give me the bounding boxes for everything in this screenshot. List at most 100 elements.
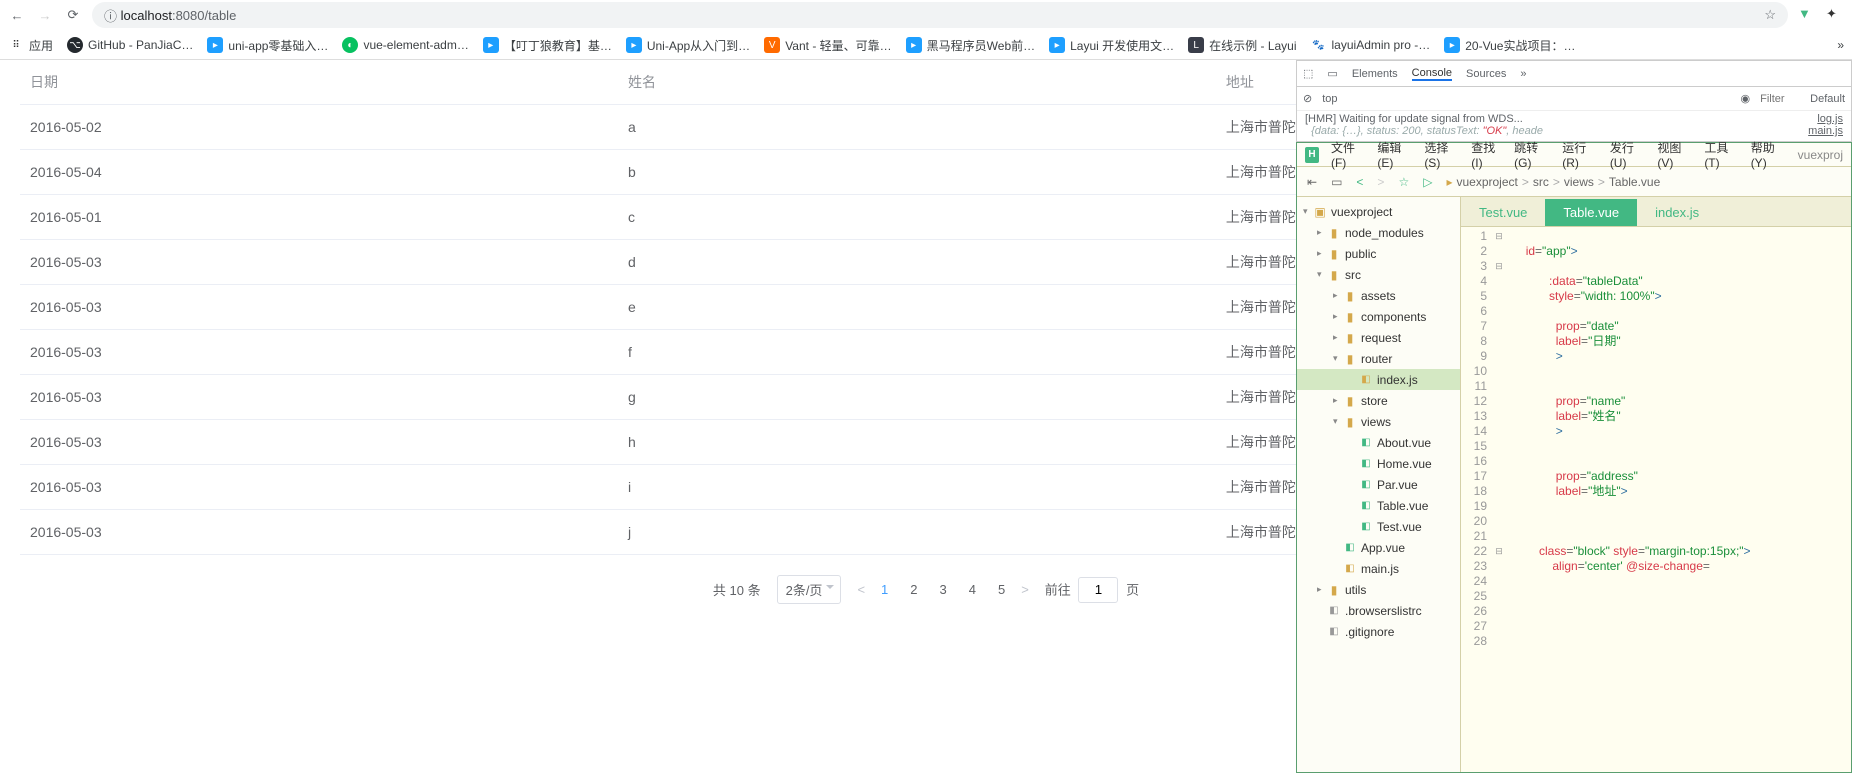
cell-name: d xyxy=(618,240,1216,285)
page-number[interactable]: 5 xyxy=(998,582,1005,597)
nav-back-icon[interactable]: < xyxy=(1356,175,1363,189)
run-icon[interactable]: ▷ xyxy=(1423,175,1432,189)
ide-menu-bar: H 文件(F) 编辑(E) 选择(S) 查找(I) 跳转(G) 运行(R) 发行… xyxy=(1297,143,1851,167)
tree-indexjs[interactable]: ◧index.js xyxy=(1297,369,1460,390)
menu-tools[interactable]: 工具(T) xyxy=(1704,139,1738,170)
bookmark-layuionline[interactable]: L在线示例 - Layui xyxy=(1188,37,1296,54)
forward-icon[interactable]: → xyxy=(36,6,54,24)
page-jump-input[interactable] xyxy=(1078,577,1118,603)
ide-window: H 文件(F) 编辑(E) 选择(S) 查找(I) 跳转(G) 运行(R) 发行… xyxy=(1296,142,1852,773)
page-size-select[interactable]: 2条/页 xyxy=(777,575,842,604)
cell-name: g xyxy=(618,375,1216,420)
tree-mainjs[interactable]: ◧main.js xyxy=(1297,558,1460,579)
prev-page-icon[interactable]: < xyxy=(857,582,865,597)
bookmark-overflow-icon[interactable]: » xyxy=(1837,38,1844,52)
eye-icon[interactable]: ◉ xyxy=(1741,92,1751,105)
menu-edit[interactable]: 编辑(E) xyxy=(1377,139,1412,170)
tree-store[interactable]: ▸▮store xyxy=(1297,390,1460,411)
bookmark-uniapp2[interactable]: ▸Uni-App从入门到… xyxy=(626,37,750,54)
tree-public[interactable]: ▸▮public xyxy=(1297,243,1460,264)
tree-app[interactable]: ◧App.vue xyxy=(1297,537,1460,558)
save-icon[interactable]: ▭ xyxy=(1331,175,1342,189)
reload-icon[interactable]: ⟳ xyxy=(64,6,82,24)
code-editor[interactable]: 1234567891011121314151617181920212223242… xyxy=(1461,227,1851,772)
tree-router[interactable]: ▾▮router xyxy=(1297,348,1460,369)
tab-index[interactable]: index.js xyxy=(1637,199,1717,226)
filter-input[interactable] xyxy=(1760,93,1800,105)
menu-file[interactable]: 文件(F) xyxy=(1331,139,1365,170)
bookmark-vue20[interactable]: ▸20-Vue实战项目：… xyxy=(1444,37,1575,54)
bookmark-layui[interactable]: ▸Layui 开发使用文… xyxy=(1049,37,1174,54)
url-port: :8080 xyxy=(172,8,205,23)
star-icon[interactable]: ☆ xyxy=(1398,175,1409,189)
page-number[interactable]: 1 xyxy=(881,582,888,597)
menu-run[interactable]: 运行(R) xyxy=(1562,139,1598,170)
vue-devtools-icon[interactable]: ▼ xyxy=(1798,6,1816,24)
cell-date: 2016-05-03 xyxy=(20,420,618,465)
extensions-icon[interactable]: ✦ xyxy=(1826,6,1844,24)
tree-node-modules[interactable]: ▸▮node_modules xyxy=(1297,222,1460,243)
device-icon[interactable]: ▭ xyxy=(1327,67,1337,80)
menu-publish[interactable]: 发行(U) xyxy=(1610,139,1646,170)
tab-table[interactable]: Table.vue xyxy=(1545,199,1637,226)
menu-find[interactable]: 查找(I) xyxy=(1471,139,1502,170)
tree-about[interactable]: ◧About.vue xyxy=(1297,432,1460,453)
editor-area: Test.vue Table.vue index.js 123456789101… xyxy=(1461,197,1851,772)
cell-name: c xyxy=(618,195,1216,240)
tree-home[interactable]: ◧Home.vue xyxy=(1297,453,1460,474)
bookmark-dingshu[interactable]: ▸【叮丁狼教育】基… xyxy=(483,37,612,54)
apps-button[interactable]: ⠿应用 xyxy=(8,37,53,54)
bookmark-github[interactable]: ⌥GitHub - PanJiaC… xyxy=(67,37,193,53)
page-number[interactable]: 2 xyxy=(910,582,917,597)
tree-components[interactable]: ▸▮components xyxy=(1297,306,1460,327)
tab-test[interactable]: Test.vue xyxy=(1461,199,1545,226)
tree-utils[interactable]: ▸▮utils xyxy=(1297,579,1460,600)
bookmark-vant[interactable]: VVant - 轻量、可靠… xyxy=(764,37,891,54)
url-bar[interactable]: ⓘ localhost:8080/table ☆ xyxy=(92,2,1788,28)
inspect-icon[interactable]: ⬚ xyxy=(1303,67,1313,80)
tree-table[interactable]: ◧Table.vue xyxy=(1297,495,1460,516)
info-icon: ⓘ xyxy=(104,6,117,25)
tree-gitignore[interactable]: ◧.gitignore xyxy=(1297,621,1460,642)
bookmark-vueadmin[interactable]: ◐vue-element-adm… xyxy=(342,37,468,53)
bookmark-layuiadmin[interactable]: 🐾layuiAdmin pro -… xyxy=(1311,37,1431,53)
default-levels[interactable]: Default xyxy=(1810,93,1845,105)
cell-date: 2016-05-03 xyxy=(20,285,618,330)
tabs-more-icon[interactable]: » xyxy=(1520,68,1526,80)
devtools-tabs: ⬚ ▭ Elements Console Sources » xyxy=(1297,61,1851,87)
tab-console[interactable]: Console xyxy=(1412,67,1452,81)
scope-select[interactable]: top xyxy=(1322,93,1337,105)
page-number[interactable]: 4 xyxy=(969,582,976,597)
tree-par[interactable]: ◧Par.vue xyxy=(1297,474,1460,495)
url-host: localhost xyxy=(121,8,172,23)
tree-src[interactable]: ▾▮src xyxy=(1297,264,1460,285)
tree-assets[interactable]: ▸▮assets xyxy=(1297,285,1460,306)
menu-view[interactable]: 视图(V) xyxy=(1657,139,1692,170)
bookmarks-bar: ⠿应用 ⌥GitHub - PanJiaC… ▸uni-app零基础入… ◐vu… xyxy=(0,30,1852,60)
nav-fwd-icon[interactable]: > xyxy=(1377,175,1384,189)
cell-date: 2016-05-03 xyxy=(20,375,618,420)
tree-test[interactable]: ◧Test.vue xyxy=(1297,516,1460,537)
tab-sources[interactable]: Sources xyxy=(1466,68,1506,80)
collapse-icon[interactable]: ⇤ xyxy=(1307,175,1317,189)
menu-help[interactable]: 帮助(Y) xyxy=(1751,139,1786,170)
breadcrumb: ▸ vuexproject> src> views> Table.vue xyxy=(1446,175,1660,189)
tab-elements[interactable]: Elements xyxy=(1352,68,1398,80)
th-name: 姓名 xyxy=(618,60,1216,105)
menu-select[interactable]: 选择(S) xyxy=(1424,139,1459,170)
tree-root[interactable]: ▾▣vuexproject xyxy=(1297,201,1460,222)
back-icon[interactable]: ← xyxy=(8,6,26,24)
star-icon[interactable]: ☆ xyxy=(1764,7,1776,23)
cell-date: 2016-05-03 xyxy=(20,465,618,510)
menu-goto[interactable]: 跳转(G) xyxy=(1514,139,1550,170)
page-number[interactable]: 3 xyxy=(940,582,947,597)
project-tree[interactable]: ▾▣vuexproject ▸▮node_modules ▸▮public ▾▮… xyxy=(1297,197,1461,772)
clear-console-icon[interactable]: ⊘ xyxy=(1303,92,1312,105)
next-page-icon[interactable]: > xyxy=(1021,582,1029,597)
tree-request[interactable]: ▸▮request xyxy=(1297,327,1460,348)
tree-views[interactable]: ▾▮views xyxy=(1297,411,1460,432)
browser-chrome: ← → ⟳ ⓘ localhost:8080/table ☆ ▼ ✦ ⠿应用 ⌥… xyxy=(0,0,1852,60)
bookmark-uniapp[interactable]: ▸uni-app零基础入… xyxy=(207,37,328,54)
bookmark-heima[interactable]: ▸黑马程序员Web前… xyxy=(906,37,1035,54)
tree-browserslist[interactable]: ◧.browserslistrc xyxy=(1297,600,1460,621)
